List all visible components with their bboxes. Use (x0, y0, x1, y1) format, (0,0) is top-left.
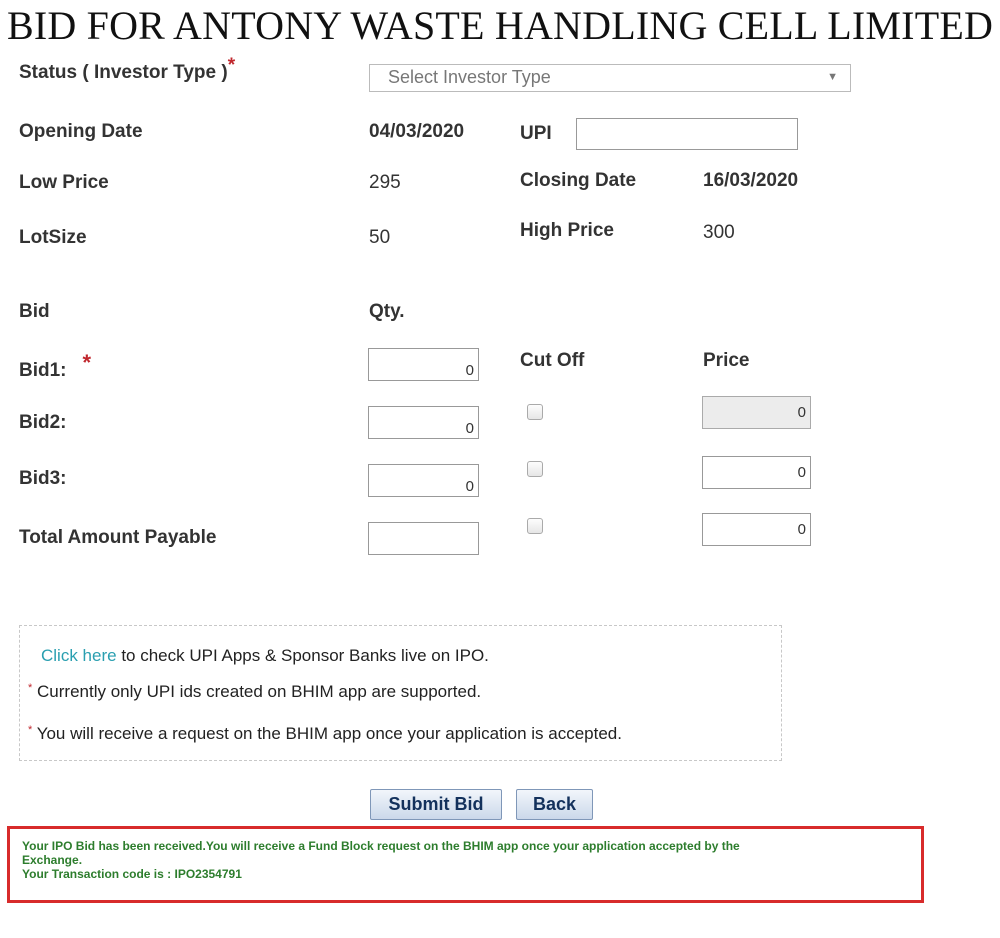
price-header: Price (703, 350, 750, 371)
low-price-label: Low Price (19, 172, 109, 193)
click-here-link[interactable]: Click here (41, 646, 117, 665)
info-line2-text: Currently only UPI ids created on BHIM a… (37, 682, 482, 701)
bid2-label: Bid2: (19, 412, 67, 433)
investor-type-select[interactable]: Select Investor Type ▼ (369, 64, 851, 92)
info-line-request: * You will receive a request on the BHIM… (28, 724, 622, 744)
high-price-label: High Price (520, 220, 614, 241)
back-button[interactable]: Back (516, 789, 593, 820)
message-line1: Your IPO Bid has been received.You will … (22, 839, 740, 853)
bid2-price-input[interactable] (702, 456, 811, 489)
required-star: * (82, 350, 92, 375)
triangle-down-icon: ▼ (827, 71, 838, 83)
bid2-cutoff-checkbox[interactable] (527, 461, 543, 477)
total-amount-label: Total Amount Payable (19, 527, 217, 548)
lot-size-label: LotSize (19, 227, 87, 248)
bid-header: Bid (19, 301, 50, 322)
closing-date-value: 16/03/2020 (703, 170, 799, 191)
info-line3-text: You will receive a request on the BHIM a… (36, 724, 622, 743)
bid2-qty-input[interactable] (368, 406, 479, 439)
bid3-qty-input[interactable] (368, 464, 479, 497)
cutoff-header: Cut Off (520, 350, 585, 371)
confirmation-message: Your IPO Bid has been received.You will … (7, 826, 924, 903)
qty-header: Qty. (369, 301, 405, 322)
page-title: BID FOR ANTONY WASTE HANDLING CELL LIMIT… (6, 3, 994, 48)
bid3-label: Bid3: (19, 468, 67, 489)
investor-type-label-text: Status ( Investor Type ) (19, 62, 228, 83)
bid1-label: Bid1: * (19, 350, 91, 382)
low-price-value: 295 (369, 172, 401, 193)
message-line2: Exchange. (22, 853, 83, 867)
bid3-price-input[interactable] (702, 513, 811, 546)
transaction-code: Your Transaction code is : IPO2354791 (22, 867, 242, 881)
submit-bid-button[interactable]: Submit Bid (370, 789, 502, 820)
bid3-cutoff-checkbox[interactable] (527, 518, 543, 534)
closing-date-label: Closing Date (520, 170, 637, 191)
upi-label: UPI (520, 123, 552, 144)
required-star: * (227, 55, 236, 76)
investor-type-placeholder: Select Investor Type (388, 67, 551, 87)
bid1-label-text: Bid1: (19, 360, 67, 381)
note-mark: * (28, 682, 33, 694)
upi-input[interactable] (576, 118, 798, 150)
info-line-bhim-only: * Currently only UPI ids created on BHIM… (28, 682, 481, 702)
opening-date-value: 04/03/2020 (369, 121, 465, 142)
info-line-check-apps: Click here to check UPI Apps & Sponsor B… (41, 646, 489, 666)
info-line1-text: to check UPI Apps & Sponsor Banks live o… (116, 646, 489, 665)
investor-type-label: Status ( Investor Type )* (19, 55, 235, 84)
bid1-cutoff-checkbox[interactable] (527, 404, 543, 420)
lot-size-value: 50 (369, 227, 391, 248)
high-price-value: 300 (703, 222, 735, 243)
note-mark: * (28, 724, 33, 736)
bid1-qty-input[interactable] (368, 348, 479, 381)
bid1-price-input (702, 396, 811, 429)
opening-date-label: Opening Date (19, 121, 143, 142)
upi-info-box: Click here to check UPI Apps & Sponsor B… (19, 625, 782, 761)
total-amount-input[interactable] (368, 522, 479, 555)
